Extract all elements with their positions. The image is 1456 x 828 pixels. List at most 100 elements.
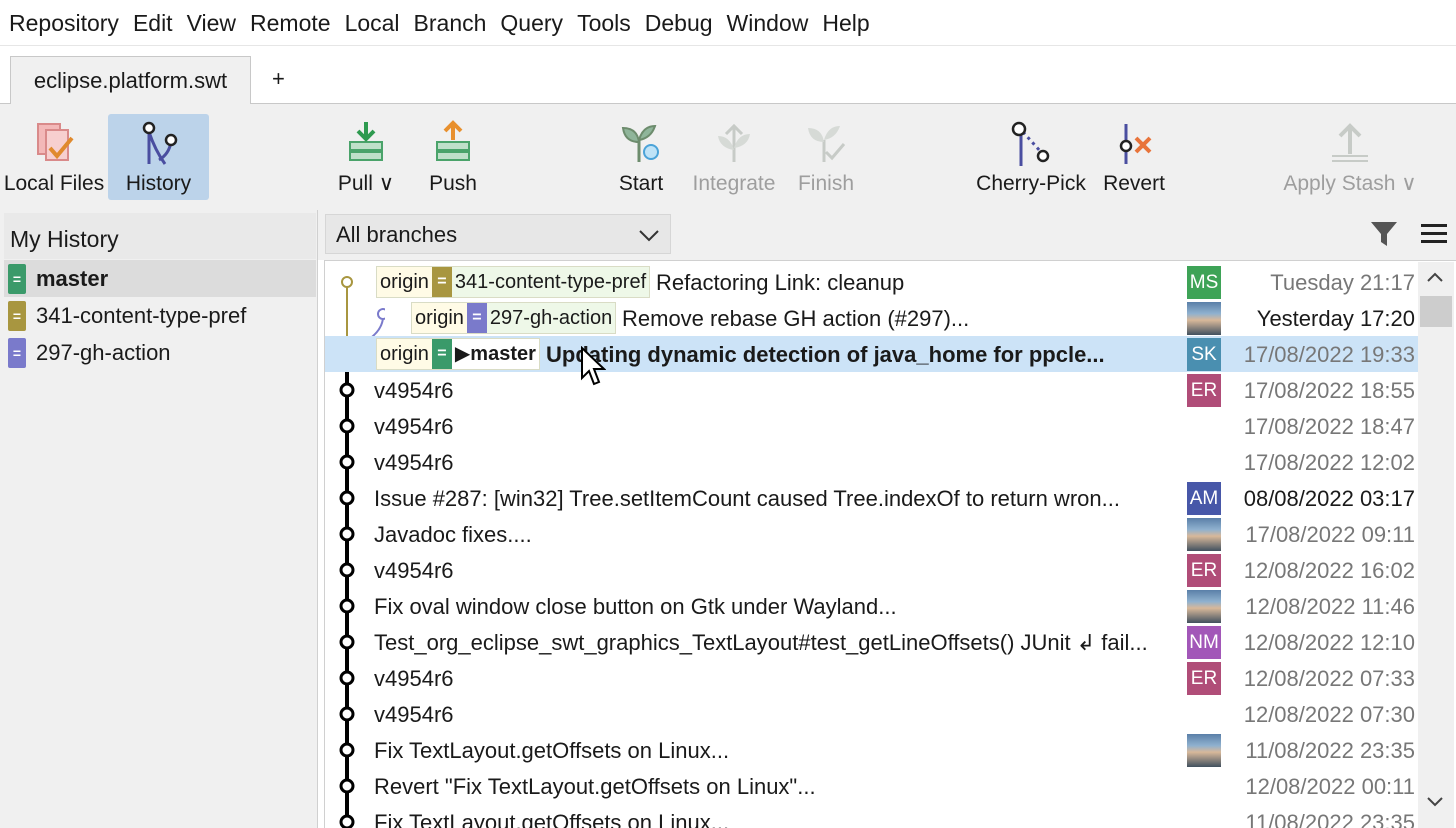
hamburger-menu-icon[interactable] — [1419, 218, 1449, 255]
scroll-up-arrow-icon[interactable] — [1426, 270, 1444, 289]
menu-debug[interactable]: Debug — [638, 0, 720, 46]
commit-row[interactable]: Issue #287: [win32] Tree.setItemCount ca… — [325, 480, 1418, 516]
commit-message: Remove rebase GH action (#297)... — [622, 306, 970, 331]
sprout-start-icon — [621, 124, 659, 162]
commit-row[interactable]: Javadoc fixes.... 17/08/2022 09:11 — [325, 516, 1418, 552]
cherry-pick-button[interactable]: Cherry-Pick — [972, 114, 1090, 200]
commit-row[interactable]: origin = 341-content-type-pref Refactoring … — [325, 264, 1418, 300]
commit-row[interactable]: origin = ▶master Updating dynamic detection… — [325, 336, 1418, 372]
pull-icon — [349, 122, 383, 161]
commit-row[interactable]: v4954r6 17/08/2022 12:02 — [325, 444, 1418, 480]
toolbar: Local Files History Pull ∨ Push Start In… — [0, 104, 1456, 210]
revert-icon — [1119, 124, 1152, 164]
commit-date: 12/08/2022 12:10 — [1243, 630, 1415, 655]
branch-item-297[interactable]: = 297-gh-action — [4, 334, 316, 371]
author-avatar: ER — [1187, 662, 1221, 695]
author-avatar: MS — [1187, 266, 1221, 299]
integrate-button[interactable]: Integrate — [688, 114, 780, 200]
branch-item-341[interactable]: = 341-content-type-pref — [4, 297, 316, 334]
menu-query[interactable]: Query — [493, 0, 570, 46]
commit-date: 08/08/2022 03:17 — [1243, 486, 1415, 511]
commit-message: Revert "Fix TextLayout.getOffsets on Lin… — [374, 774, 816, 799]
menu-branch[interactable]: Branch — [407, 0, 494, 46]
commit-date: 12/08/2022 11:46 — [1245, 594, 1415, 619]
commit-date: Yesterday 17:20 — [1256, 306, 1415, 331]
author-avatar — [1187, 734, 1221, 767]
my-history-panel: My History = master = 341-content-type-p… — [0, 210, 318, 828]
menu-bar: Repository Edit View Remote Local Branch… — [0, 0, 1456, 46]
branch-ref-label[interactable]: origin = 297-gh-action — [411, 302, 617, 334]
finish-button[interactable]: Finish — [794, 114, 858, 200]
branch-ref-label[interactable]: origin = 341-content-type-pref — [376, 266, 651, 298]
commit-row[interactable]: Fix TextLayout.getOffsets on Linux... 11/… — [325, 804, 1418, 828]
branch-item-master[interactable]: = master — [4, 260, 316, 297]
history-branch-icon — [142, 121, 177, 165]
filter-funnel-icon[interactable] — [1369, 218, 1399, 255]
tab-strip: eclipse.platform.swt + — [0, 46, 1456, 105]
sync-equal-icon: = — [466, 303, 487, 333]
author-avatar: ER — [1187, 374, 1221, 407]
commit-date: 17/08/2022 18:55 — [1243, 378, 1415, 403]
scrollbar-thumb[interactable] — [1420, 296, 1452, 327]
remote-origin-label: origin — [412, 303, 467, 333]
commit-date: 11/08/2022 23:35 — [1245, 738, 1415, 763]
commit-message: v4954r6 — [374, 450, 454, 475]
commit-row[interactable]: Fix oval window close button on Gtk unde… — [325, 588, 1418, 624]
apply-stash-button[interactable]: Apply Stash ∨ — [1280, 114, 1420, 200]
revert-button[interactable]: Revert — [1098, 114, 1170, 200]
menu-tools[interactable]: Tools — [570, 0, 638, 46]
commit-message: Fix TextLayout.getOffsets on Linux... — [374, 810, 730, 828]
commit-date: 12/08/2022 07:30 — [1243, 702, 1415, 727]
sync-equal-icon: = — [431, 339, 452, 369]
menu-edit[interactable]: Edit — [126, 0, 180, 46]
scroll-down-arrow-icon[interactable] — [1426, 795, 1444, 814]
commit-message: v4954r6 — [374, 702, 454, 727]
commit-row[interactable]: v4954r6 12/08/2022 07:30 — [325, 696, 1418, 732]
commit-date: Tuesday 21:17 — [1270, 270, 1415, 295]
commit-row[interactable]: v4954r6 ER 12/08/2022 16:02 — [325, 552, 1418, 588]
start-button[interactable]: Start — [610, 114, 672, 200]
commit-row[interactable]: Test_org_eclipse_swt_graphics_TextLayout… — [325, 624, 1418, 660]
commit-message: Issue #287: [win32] Tree.setItemCount ca… — [374, 486, 1120, 511]
menu-window[interactable]: Window — [720, 0, 816, 46]
commit-message: Fix oval window close button on Gtk unde… — [374, 594, 897, 619]
commit-row[interactable]: Revert "Fix TextLayout.getOffsets on Lin… — [325, 768, 1418, 804]
commit-row[interactable]: origin = 297-gh-action Remove rebase GH act… — [325, 300, 1418, 336]
author-avatar — [1187, 518, 1221, 551]
tab-repository[interactable]: eclipse.platform.swt — [10, 56, 251, 105]
commit-message: Fix TextLayout.getOffsets on Linux... — [374, 738, 730, 763]
pull-button[interactable]: Pull ∨ — [330, 114, 402, 200]
history-button[interactable]: History — [108, 114, 209, 200]
cherry-pick-icon — [1011, 121, 1050, 166]
commit-message: v4954r6 — [374, 414, 454, 439]
commit-row[interactable]: v4954r6 ER 17/08/2022 18:55 — [325, 372, 1418, 408]
local-files-button[interactable]: Local Files — [4, 114, 104, 200]
commit-date: 17/08/2022 12:02 — [1243, 450, 1415, 475]
author-avatar: NM — [1187, 626, 1221, 659]
panel-title: My History — [4, 213, 316, 259]
finish-icon — [808, 126, 846, 162]
commit-date: 17/08/2022 09:11 — [1245, 522, 1415, 547]
commit-message: v4954r6 — [374, 378, 454, 403]
commit-row[interactable]: Fix TextLayout.getOffsets on Linux... 11/… — [325, 732, 1418, 768]
commit-date: 12/08/2022 00:11 — [1245, 774, 1415, 799]
branch-filter-select[interactable]: All branches — [325, 214, 671, 254]
menu-repository[interactable]: Repository — [2, 0, 126, 46]
add-tab-button[interactable]: + — [272, 66, 285, 92]
branch-ref-label[interactable]: origin = ▶master — [376, 338, 540, 370]
menu-remote[interactable]: Remote — [243, 0, 338, 46]
vertical-scrollbar[interactable] — [1418, 262, 1454, 828]
author-avatar — [1187, 302, 1221, 335]
commit-row[interactable]: v4954r6 17/08/2022 18:47 — [325, 408, 1418, 444]
commit-message: Refactoring Link: cleanup — [656, 270, 905, 295]
commit-row[interactable]: v4954r6 ER 12/08/2022 07:33 — [325, 660, 1418, 696]
commit-message: v4954r6 — [374, 666, 454, 691]
branch-badge-icon: = — [8, 337, 26, 368]
menu-view[interactable]: View — [180, 0, 243, 46]
commit-date: 11/08/2022 23:35 — [1245, 810, 1415, 828]
menu-help[interactable]: Help — [815, 0, 876, 46]
commit-message: Javadoc fixes.... — [374, 522, 532, 547]
mouse-cursor-icon — [580, 345, 607, 393]
menu-local[interactable]: Local — [338, 0, 407, 46]
push-button[interactable]: Push — [420, 114, 486, 200]
